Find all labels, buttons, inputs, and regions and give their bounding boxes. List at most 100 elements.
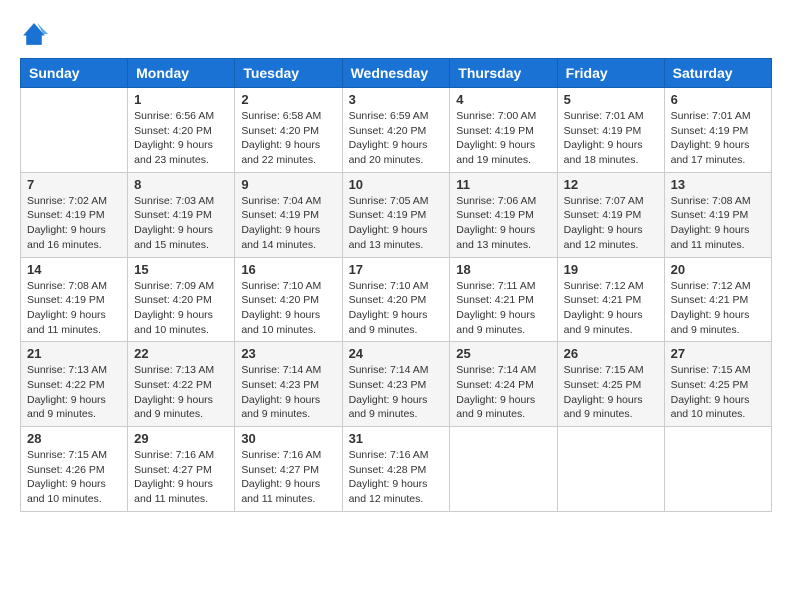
calendar-cell [21,88,128,173]
day-number: 2 [241,92,335,107]
day-number: 31 [349,431,444,446]
calendar-cell: 25 Sunrise: 7:14 AMSunset: 4:24 PMDayligh… [450,342,557,427]
calendar-week-row: 14 Sunrise: 7:08 AMSunset: 4:19 PMDayligh… [21,257,772,342]
day-number: 25 [456,346,550,361]
calendar-cell: 4 Sunrise: 7:00 AMSunset: 4:19 PMDaylight… [450,88,557,173]
day-info: Sunrise: 7:15 AMSunset: 4:25 PMDaylight:… [564,363,658,422]
page-header [20,20,772,48]
calendar-cell: 5 Sunrise: 7:01 AMSunset: 4:19 PMDaylight… [557,88,664,173]
calendar-cell [557,427,664,512]
calendar-header-row: SundayMondayTuesdayWednesdayThursdayFrid… [21,59,772,88]
calendar-cell: 15Sunrise: 7:09 AMSunset: 4:20 PMDayligh… [128,257,235,342]
calendar-cell: 23 Sunrise: 7:14 AMSunset: 4:23 PMDayligh… [235,342,342,427]
day-info: Sunrise: 7:08 AMSunset: 4:19 PMDaylight:… [27,279,121,338]
day-number: 4 [456,92,550,107]
calendar-cell: 14 Sunrise: 7:08 AMSunset: 4:19 PMDayligh… [21,257,128,342]
day-number: 14 [27,262,121,277]
calendar-cell: 29 Sunrise: 7:16 AMSunset: 4:27 PMDayligh… [128,427,235,512]
day-info: Sunrise: 7:16 AMSunset: 4:28 PMDaylight:… [349,448,444,507]
day-number: 18 [456,262,550,277]
day-info: Sunrise: 7:10 AMSunset: 4:20 PMDaylight:… [349,279,444,338]
day-number: 26 [564,346,658,361]
day-number: 24 [349,346,444,361]
day-number: 15 [134,262,228,277]
day-info: Sunrise: 7:16 AMSunset: 4:27 PMDaylight:… [241,448,335,507]
calendar-cell: 16Sunrise: 7:10 AMSunset: 4:20 PMDayligh… [235,257,342,342]
calendar-cell: 31 Sunrise: 7:16 AMSunset: 4:28 PMDayligh… [342,427,450,512]
day-number: 23 [241,346,335,361]
calendar-cell: 30 Sunrise: 7:16 AMSunset: 4:27 PMDayligh… [235,427,342,512]
logo [20,20,52,48]
calendar-cell: 11 Sunrise: 7:06 AMSunset: 4:19 PMDayligh… [450,172,557,257]
day-number: 22 [134,346,228,361]
weekday-header: Tuesday [235,59,342,88]
day-info: Sunrise: 7:16 AMSunset: 4:27 PMDaylight:… [134,448,228,507]
day-info: Sunrise: 6:56 AMSunset: 4:20 PMDaylight:… [134,109,228,168]
weekday-header: Saturday [664,59,771,88]
day-number: 28 [27,431,121,446]
calendar-week-row: 28 Sunrise: 7:15 AMSunset: 4:26 PMDayligh… [21,427,772,512]
day-info: Sunrise: 6:59 AMSunset: 4:20 PMDaylight:… [349,109,444,168]
day-info: Sunrise: 7:14 AMSunset: 4:23 PMDaylight:… [241,363,335,422]
calendar-cell: 2 Sunrise: 6:58 AMSunset: 4:20 PMDaylight… [235,88,342,173]
day-number: 29 [134,431,228,446]
day-info: Sunrise: 7:00 AMSunset: 4:19 PMDaylight:… [456,109,550,168]
day-info: Sunrise: 7:13 AMSunset: 4:22 PMDaylight:… [27,363,121,422]
day-info: Sunrise: 7:02 AMSunset: 4:19 PMDaylight:… [27,194,121,253]
day-number: 27 [671,346,765,361]
logo-icon [20,20,48,48]
day-info: Sunrise: 7:06 AMSunset: 4:19 PMDaylight:… [456,194,550,253]
day-info: Sunrise: 7:13 AMSunset: 4:22 PMDaylight:… [134,363,228,422]
day-number: 21 [27,346,121,361]
calendar-cell: 20Sunrise: 7:12 AMSunset: 4:21 PMDayligh… [664,257,771,342]
day-info: Sunrise: 6:58 AMSunset: 4:20 PMDaylight:… [241,109,335,168]
calendar-cell: 7 Sunrise: 7:02 AMSunset: 4:19 PMDaylight… [21,172,128,257]
calendar-cell: 28 Sunrise: 7:15 AMSunset: 4:26 PMDayligh… [21,427,128,512]
calendar-cell: 10Sunrise: 7:05 AMSunset: 4:19 PMDayligh… [342,172,450,257]
day-number: 30 [241,431,335,446]
day-number: 1 [134,92,228,107]
calendar-cell: 12Sunrise: 7:07 AMSunset: 4:19 PMDayligh… [557,172,664,257]
calendar-cell: 26 Sunrise: 7:15 AMSunset: 4:25 PMDayligh… [557,342,664,427]
day-info: Sunrise: 7:12 AMSunset: 4:21 PMDaylight:… [564,279,658,338]
day-number: 10 [349,177,444,192]
day-info: Sunrise: 7:01 AMSunset: 4:19 PMDaylight:… [671,109,765,168]
calendar-cell: 8 Sunrise: 7:03 AMSunset: 4:19 PMDaylight… [128,172,235,257]
day-number: 16 [241,262,335,277]
day-info: Sunrise: 7:01 AMSunset: 4:19 PMDaylight:… [564,109,658,168]
weekday-header: Wednesday [342,59,450,88]
day-info: Sunrise: 7:14 AMSunset: 4:23 PMDaylight:… [349,363,444,422]
day-number: 11 [456,177,550,192]
day-number: 19 [564,262,658,277]
weekday-header: Monday [128,59,235,88]
day-number: 9 [241,177,335,192]
day-info: Sunrise: 7:15 AMSunset: 4:26 PMDaylight:… [27,448,121,507]
calendar-cell [450,427,557,512]
day-info: Sunrise: 7:11 AMSunset: 4:21 PMDaylight:… [456,279,550,338]
calendar-cell: 24 Sunrise: 7:14 AMSunset: 4:23 PMDayligh… [342,342,450,427]
day-number: 7 [27,177,121,192]
weekday-header: Thursday [450,59,557,88]
day-number: 6 [671,92,765,107]
calendar-cell: 9 Sunrise: 7:04 AMSunset: 4:19 PMDaylight… [235,172,342,257]
day-number: 8 [134,177,228,192]
day-number: 5 [564,92,658,107]
calendar-cell [664,427,771,512]
calendar-table: SundayMondayTuesdayWednesdayThursdayFrid… [20,58,772,512]
weekday-header: Friday [557,59,664,88]
calendar-week-row: 21 Sunrise: 7:13 AMSunset: 4:22 PMDayligh… [21,342,772,427]
day-number: 12 [564,177,658,192]
day-info: Sunrise: 7:15 AMSunset: 4:25 PMDaylight:… [671,363,765,422]
calendar-cell: 6 Sunrise: 7:01 AMSunset: 4:19 PMDaylight… [664,88,771,173]
day-number: 13 [671,177,765,192]
calendar-cell: 3Sunrise: 6:59 AMSunset: 4:20 PMDaylight… [342,88,450,173]
calendar-cell: 18 Sunrise: 7:11 AMSunset: 4:21 PMDayligh… [450,257,557,342]
calendar-cell: 1 Sunrise: 6:56 AMSunset: 4:20 PMDaylight… [128,88,235,173]
day-info: Sunrise: 7:04 AMSunset: 4:19 PMDaylight:… [241,194,335,253]
day-info: Sunrise: 7:14 AMSunset: 4:24 PMDaylight:… [456,363,550,422]
day-info: Sunrise: 7:08 AMSunset: 4:19 PMDaylight:… [671,194,765,253]
day-info: Sunrise: 7:12 AMSunset: 4:21 PMDaylight:… [671,279,765,338]
calendar-week-row: 7 Sunrise: 7:02 AMSunset: 4:19 PMDaylight… [21,172,772,257]
calendar-cell: 19 Sunrise: 7:12 AMSunset: 4:21 PMDayligh… [557,257,664,342]
day-info: Sunrise: 7:03 AMSunset: 4:19 PMDaylight:… [134,194,228,253]
